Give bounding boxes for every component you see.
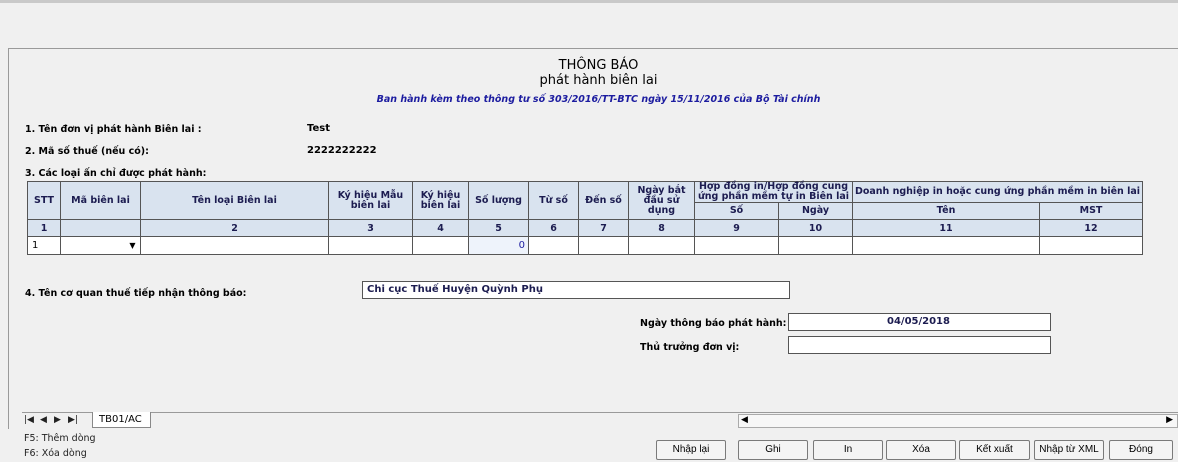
cell-dn-ten[interactable] <box>852 236 1040 255</box>
issue-date-field[interactable]: 04/05/2018 <box>788 313 1051 331</box>
cell-tu-so[interactable] <box>528 236 579 255</box>
import-xml-button[interactable]: Nhập từ XML <box>1034 440 1104 460</box>
save-button[interactable]: Ghi <box>738 440 808 460</box>
col-number: 6 <box>528 219 579 237</box>
receipt-types-label: 3. Các loại ấn chỉ được phát hành: <box>25 168 207 179</box>
col-number: 8 <box>628 219 695 237</box>
tax-office-field[interactable]: Chi cục Thuế Huyện Quỳnh Phụ <box>362 281 790 299</box>
prev-sheet-icon[interactable]: ◀ <box>40 415 47 425</box>
col-header-ky-hieu-mau: Ký hiệu Mẫu biên lai <box>328 181 413 220</box>
head-label: Thủ trưởng đơn vị: <box>640 342 740 353</box>
scroll-left-icon[interactable]: ◀ <box>741 415 748 425</box>
col-header-ngay-bat-dau: Ngày bắt đầu sử dụng <box>628 181 695 220</box>
next-sheet-icon[interactable]: ▶ <box>54 415 61 425</box>
unit-name-value[interactable]: Test <box>307 123 330 134</box>
first-sheet-icon[interactable]: |◀ <box>24 415 34 425</box>
table-row: 1 ▼ 0 <box>27 236 1143 255</box>
col-number: 5 <box>468 219 529 237</box>
ma-bien-lai-select[interactable]: ▼ <box>60 236 141 255</box>
cell-den-so[interactable] <box>578 236 629 255</box>
col-header-dn-mst: MST <box>1039 202 1143 220</box>
cell-ngay-bat-dau[interactable] <box>628 236 695 255</box>
chevron-down-icon[interactable]: ▼ <box>126 239 139 252</box>
col-header-hd-so: Số <box>694 202 779 220</box>
col-header-hd-ngay: Ngày <box>778 202 853 220</box>
col-number: 3 <box>328 219 413 237</box>
col-header-doanh-nghiep: Doanh nghiệp in hoặc cung ứng phần mềm i… <box>852 181 1143 203</box>
form-legal-basis: Ban hành kèm theo thông tư số 303/2016/T… <box>376 94 821 105</box>
head-field[interactable] <box>788 336 1051 354</box>
receipt-table: STT Mã biên lai Tên loại Biên lai Ký hiệ… <box>27 181 1143 255</box>
scroll-right-icon[interactable]: ▶ <box>1166 415 1173 425</box>
col-header-tu-so: Từ số <box>528 181 579 220</box>
horizontal-scrollbar[interactable]: ◀ ▶ <box>738 414 1178 428</box>
issue-date-label: Ngày thông báo phát hành: <box>640 318 787 329</box>
col-number: 10 <box>778 219 853 237</box>
hint-add-row: F5: Thêm dòng <box>24 433 96 444</box>
tab-tb01-ac[interactable]: TB01/AC <box>92 412 151 428</box>
sheet-tab-bar: |◀ ◀ ▶ ▶| TB01/AC ◀ ▶ <box>22 412 1178 430</box>
tax-code-value[interactable]: 2222222222 <box>307 145 377 156</box>
col-number <box>60 219 141 237</box>
unit-name-label: 1. Tên đơn vị phát hành Biên lai : <box>25 124 202 135</box>
col-header-hop-dong: Hợp đồng in/Hợp đồng cung ứng phần mềm t… <box>694 181 853 203</box>
cell-ky-hieu-mau[interactable] <box>328 236 413 255</box>
col-header-so-luong: Số lượng <box>468 181 529 220</box>
form-title-sub: phát hành biên lai <box>539 73 658 88</box>
col-number: 2 <box>140 219 329 237</box>
delete-button[interactable]: Xóa <box>886 440 956 460</box>
cell-hd-so[interactable] <box>694 236 779 255</box>
hint-delete-row: F6: Xóa dòng <box>24 448 87 459</box>
export-button[interactable]: Kết xuất <box>959 440 1030 460</box>
print-button[interactable]: In <box>813 440 883 460</box>
col-header-stt: STT <box>27 181 61 220</box>
cell-hd-ngay[interactable] <box>778 236 853 255</box>
close-button[interactable]: Đóng <box>1109 440 1173 460</box>
form-title: THÔNG BÁO <box>558 58 639 73</box>
col-number: 4 <box>412 219 469 237</box>
tax-office-label: 4. Tên cơ quan thuế tiếp nhận thông báo: <box>25 288 247 299</box>
cell-stt: 1 <box>27 236 61 255</box>
cell-ky-hieu[interactable] <box>412 236 469 255</box>
cell-dn-mst[interactable] <box>1039 236 1143 255</box>
col-number: 12 <box>1039 219 1143 237</box>
col-header-ma-bien-lai: Mã biên lai <box>60 181 141 220</box>
reset-button[interactable]: Nhập lại <box>656 440 726 460</box>
last-sheet-icon[interactable]: ▶| <box>68 415 78 425</box>
col-header-dn-ten: Tên <box>852 202 1040 220</box>
cell-ten-loai[interactable] <box>140 236 329 255</box>
col-header-den-so: Đến số <box>578 181 629 220</box>
tax-code-label: 2. Mã số thuế (nếu có): <box>25 146 149 157</box>
col-header-ky-hieu: Ký hiệu biên lai <box>412 181 469 220</box>
col-number: 1 <box>27 219 61 237</box>
col-header-ten-loai: Tên loại Biên lai <box>140 181 329 220</box>
window-top-border <box>0 0 1178 3</box>
col-number: 9 <box>694 219 779 237</box>
col-number: 11 <box>852 219 1040 237</box>
col-number: 7 <box>578 219 629 237</box>
cell-so-luong[interactable]: 0 <box>468 236 529 255</box>
